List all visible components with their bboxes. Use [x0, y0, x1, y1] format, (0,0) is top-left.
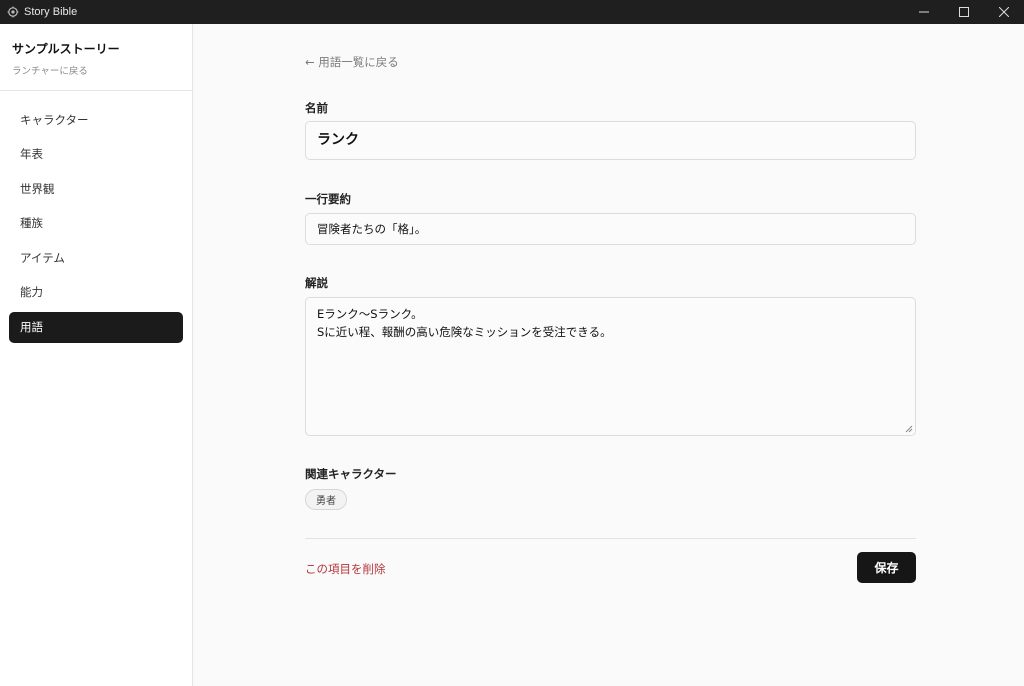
delete-item-link[interactable]: この項目を削除	[305, 561, 386, 577]
sidebar-item-abilities[interactable]: 能力	[9, 277, 183, 308]
save-button[interactable]: 保存	[857, 552, 916, 583]
close-window-button[interactable]	[984, 0, 1024, 24]
related-character-chip[interactable]: 勇者	[305, 489, 347, 510]
title-bar: Story Bible	[0, 0, 1024, 24]
description-label: 解説	[305, 276, 328, 290]
back-to-terms-link[interactable]: ← 用語一覧に戻る	[305, 54, 399, 70]
sidebar: サンプルストーリー ランチャーに戻る キャラクター 年表 世界観 種族 アイテム…	[0, 24, 193, 686]
resize-handle-icon[interactable]	[905, 425, 913, 433]
sidebar-item-items[interactable]: アイテム	[9, 242, 183, 273]
summary-input[interactable]: 冒険者たちの「格」。	[305, 213, 916, 245]
related-characters-label: 関連キャラクター	[305, 467, 397, 481]
name-label: 名前	[305, 101, 328, 115]
window-controls	[904, 0, 1024, 24]
sidebar-item-worldview[interactable]: 世界観	[9, 173, 183, 204]
divider	[305, 538, 916, 539]
sidebar-item-timeline[interactable]: 年表	[9, 139, 183, 170]
sidebar-item-races[interactable]: 種族	[9, 208, 183, 239]
sidebar-item-characters[interactable]: キャラクター	[9, 104, 183, 135]
sidebar-item-terms[interactable]: 用語	[9, 311, 183, 343]
minimize-icon	[919, 11, 929, 13]
sidebar-nav: キャラクター 年表 世界観 種族 アイテム 能力 用語	[0, 91, 192, 343]
app-logo-icon	[6, 5, 20, 19]
maximize-icon	[959, 7, 969, 17]
description-textarea[interactable]: Eランク〜Sランク。 Sに近い程、報酬の高い危険なミッションを受注できる。	[305, 297, 916, 436]
back-to-launcher-link[interactable]: ランチャーに戻る	[12, 63, 180, 77]
summary-label: 一行要約	[305, 192, 351, 206]
window-title: Story Bible	[24, 6, 78, 18]
name-input[interactable]: ランク	[305, 121, 916, 160]
minimize-button[interactable]	[904, 0, 944, 24]
project-title: サンプルストーリー	[12, 42, 120, 56]
close-icon	[999, 7, 1009, 17]
main-content: ← 用語一覧に戻る 名前 ランク 一行要約 冒険者たちの「格」。 解説 Eランク…	[193, 24, 1024, 686]
project-header: サンプルストーリー ランチャーに戻る	[0, 24, 192, 91]
maximize-button[interactable]	[944, 0, 984, 24]
description-text: Eランク〜Sランク。 Sに近い程、報酬の高い危険なミッションを受注できる。	[317, 307, 612, 339]
